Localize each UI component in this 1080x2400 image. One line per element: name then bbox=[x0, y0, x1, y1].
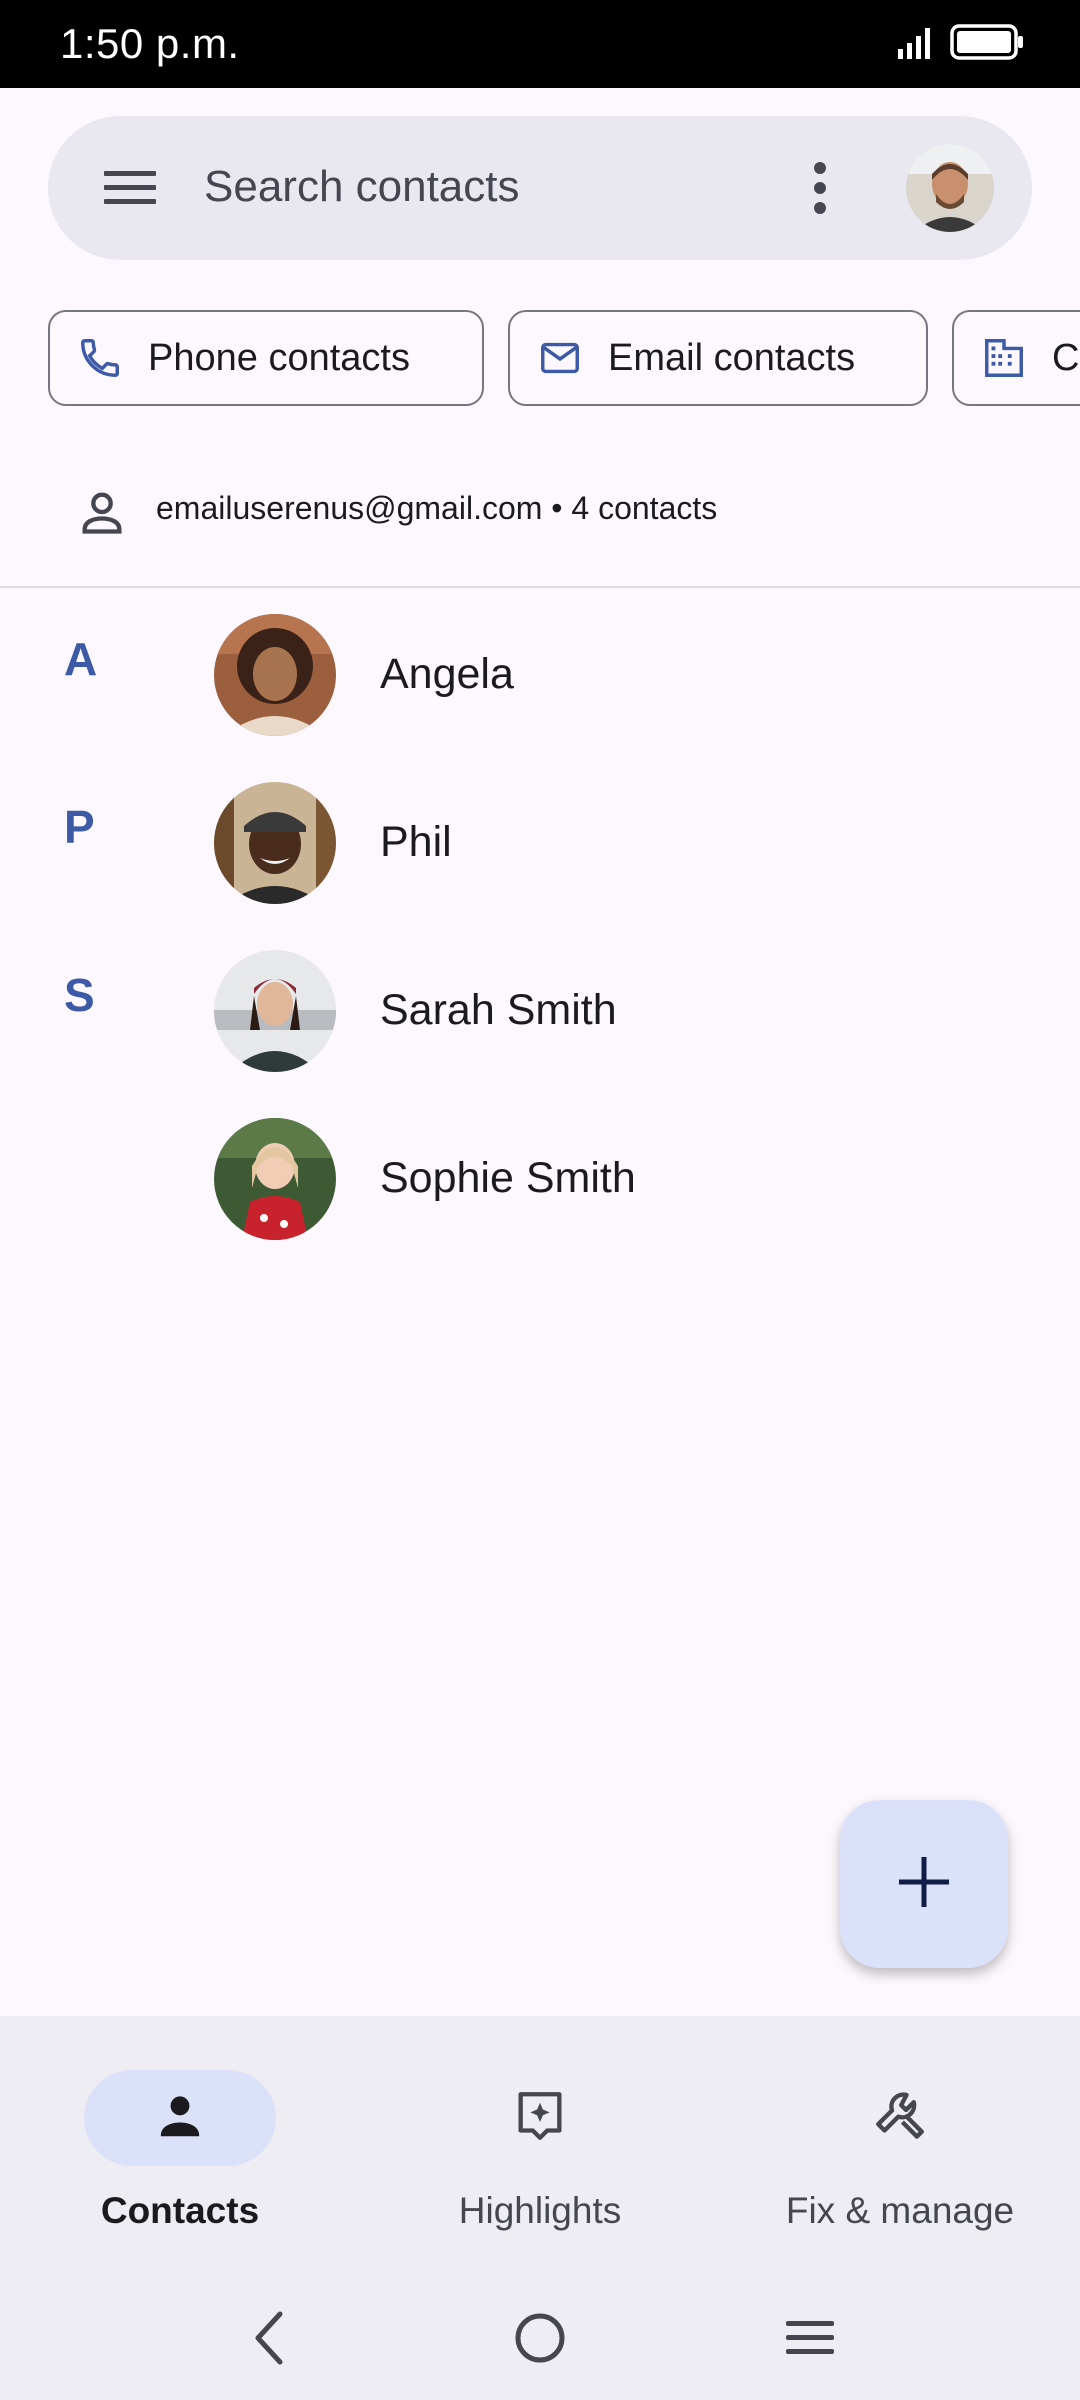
contact-row-sophie-smith[interactable]: Sophie Smith bbox=[0, 1094, 1080, 1262]
nav-contacts[interactable]: Contacts bbox=[30, 2052, 330, 2232]
status-bar: 1:50 p.m. bbox=[0, 0, 1080, 88]
nav-label: Fix & manage bbox=[785, 2190, 1015, 2231]
contact-row-phil[interactable]: P Phil bbox=[0, 758, 1080, 926]
search-bar[interactable]: Search contacts bbox=[48, 116, 1032, 260]
chip-label: Phone contacts bbox=[148, 336, 410, 379]
section-letter: A bbox=[64, 633, 98, 685]
wrench-icon bbox=[871, 2087, 929, 2150]
person-filled-icon bbox=[153, 2089, 207, 2148]
chip-company[interactable]: C bbox=[952, 310, 1080, 406]
status-time: 1:50 p.m. bbox=[60, 20, 240, 67]
status-icons bbox=[896, 23, 1024, 66]
contact-row-sarah-smith[interactable]: S Sarah Smith bbox=[0, 926, 1080, 1094]
plus-icon bbox=[897, 1855, 951, 1914]
nav-active-indicator bbox=[84, 2070, 276, 2166]
back-icon[interactable] bbox=[230, 2298, 310, 2378]
person-outline-icon bbox=[76, 486, 128, 538]
divider bbox=[0, 586, 1080, 588]
highlights-icon bbox=[511, 2087, 569, 2150]
filter-chips: Phone contacts Email contacts C bbox=[0, 310, 1080, 406]
nav-indicator bbox=[444, 2070, 636, 2166]
contact-name: Angela bbox=[380, 650, 514, 698]
signal-icon bbox=[896, 25, 936, 64]
more-vert-icon[interactable] bbox=[788, 152, 852, 224]
nav-highlights[interactable]: Highlights bbox=[390, 2052, 690, 2232]
contact-row-angela[interactable]: A Angela bbox=[0, 590, 1080, 758]
recents-icon[interactable] bbox=[770, 2298, 850, 2378]
menu-icon[interactable] bbox=[98, 160, 162, 216]
contact-name: Phil bbox=[380, 818, 452, 866]
battery-icon bbox=[950, 23, 1024, 66]
nav-indicator bbox=[804, 2070, 996, 2166]
home-icon[interactable] bbox=[500, 2298, 580, 2378]
phone-icon bbox=[76, 334, 124, 382]
contact-name: Sophie Smith bbox=[380, 1154, 636, 1202]
section-letter: P bbox=[64, 801, 95, 853]
chip-label: C bbox=[1052, 336, 1080, 379]
nav-fix-manage[interactable]: Fix & manage bbox=[750, 2052, 1050, 2232]
search-input[interactable]: Search contacts bbox=[204, 162, 520, 212]
contact-avatar bbox=[214, 614, 336, 736]
building-icon bbox=[980, 334, 1028, 382]
account-avatar[interactable] bbox=[906, 144, 994, 232]
nav-label: Contacts bbox=[100, 2190, 260, 2231]
account-summary-row[interactable]: emailuserenus@gmail.com • 4 contacts bbox=[0, 460, 1080, 560]
chip-email-contacts[interactable]: Email contacts bbox=[508, 310, 928, 406]
chip-label: Email contacts bbox=[608, 336, 856, 379]
email-icon bbox=[536, 334, 584, 382]
section-letter: S bbox=[64, 969, 95, 1021]
contact-avatar bbox=[214, 1118, 336, 1240]
contact-avatar bbox=[214, 782, 336, 904]
system-navigation bbox=[0, 2284, 1080, 2380]
account-summary: emailuserenus@gmail.com • 4 contacts bbox=[156, 490, 718, 526]
add-contact-button[interactable] bbox=[840, 1800, 1008, 1968]
chip-phone-contacts[interactable]: Phone contacts bbox=[48, 310, 484, 406]
contact-name: Sarah Smith bbox=[380, 986, 617, 1034]
nav-label: Highlights bbox=[458, 2190, 622, 2231]
contact-avatar bbox=[214, 950, 336, 1072]
